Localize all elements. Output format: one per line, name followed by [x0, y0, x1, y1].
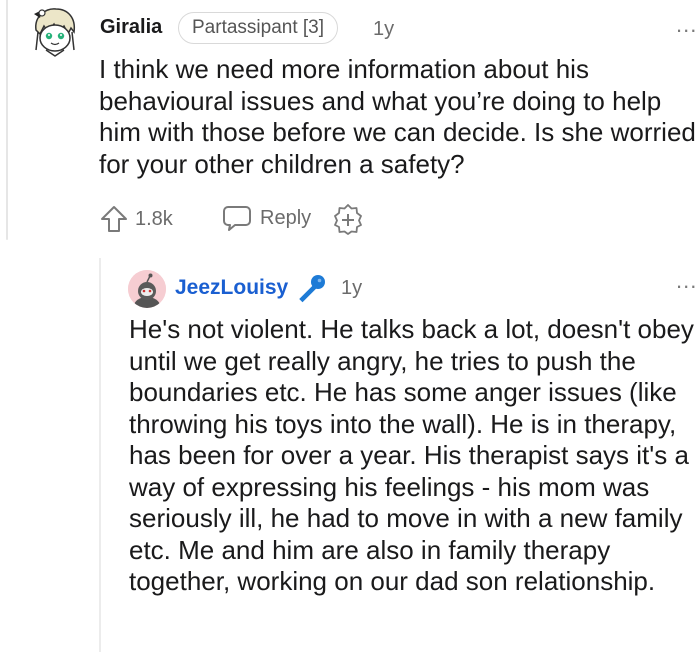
award-button[interactable] [332, 203, 364, 235]
award-plus-icon [334, 204, 362, 235]
upvote-count: 1.8k [135, 207, 173, 230]
more-options-icon[interactable]: ... [676, 12, 697, 38]
avatar[interactable] [128, 270, 166, 308]
comment-time: 1y [373, 18, 395, 40]
more-options-icon[interactable]: ... [676, 268, 697, 294]
comment-body: I think we need more information about h… [99, 54, 696, 179]
comment-giralia: Giralia Partassipant [3] 1y ... I think … [0, 0, 700, 245]
reply-bubble-icon [223, 206, 251, 231]
username[interactable]: JeezLouisy [175, 276, 288, 300]
user-flair: Partassipant [3] [178, 12, 339, 44]
avatar[interactable] [28, 4, 82, 58]
reply-label: Reply [260, 206, 312, 229]
upvote-button[interactable]: 1.8k [99, 204, 173, 234]
upvote-arrow-icon [101, 206, 127, 232]
comment-body: He's not violent. He talks back a lot, d… [129, 314, 694, 596]
username[interactable]: Giralia [100, 16, 162, 39]
reply-button[interactable]: Reply [222, 204, 311, 232]
comment-time: 1y [341, 277, 363, 299]
microphone-icon [299, 275, 325, 303]
